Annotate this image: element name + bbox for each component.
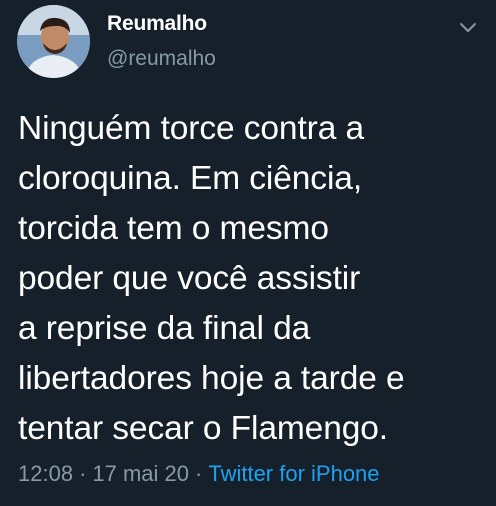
chevron-down-icon[interactable] — [458, 20, 478, 34]
tweet-card: Reumalho @reumalho Ninguém torce contra … — [0, 0, 496, 506]
display-name[interactable]: Reumalho — [107, 12, 207, 36]
username-handle[interactable]: @reumalho — [107, 47, 216, 71]
tweet-metadata: 12:08 · 17 mai 20 · Twitter for iPhone — [18, 461, 380, 487]
tweet-date[interactable]: 17 mai 20 — [92, 461, 189, 486]
meta-separator: · — [79, 461, 87, 486]
tweet-time[interactable]: 12:08 — [18, 461, 73, 486]
avatar[interactable] — [17, 5, 90, 78]
tweet-text: Ninguém torce contra a cloroquina. Em ci… — [18, 110, 405, 447]
avatar-image — [17, 5, 90, 78]
tweet-source-link[interactable]: Twitter for iPhone — [208, 461, 379, 486]
meta-separator: · — [195, 461, 203, 486]
